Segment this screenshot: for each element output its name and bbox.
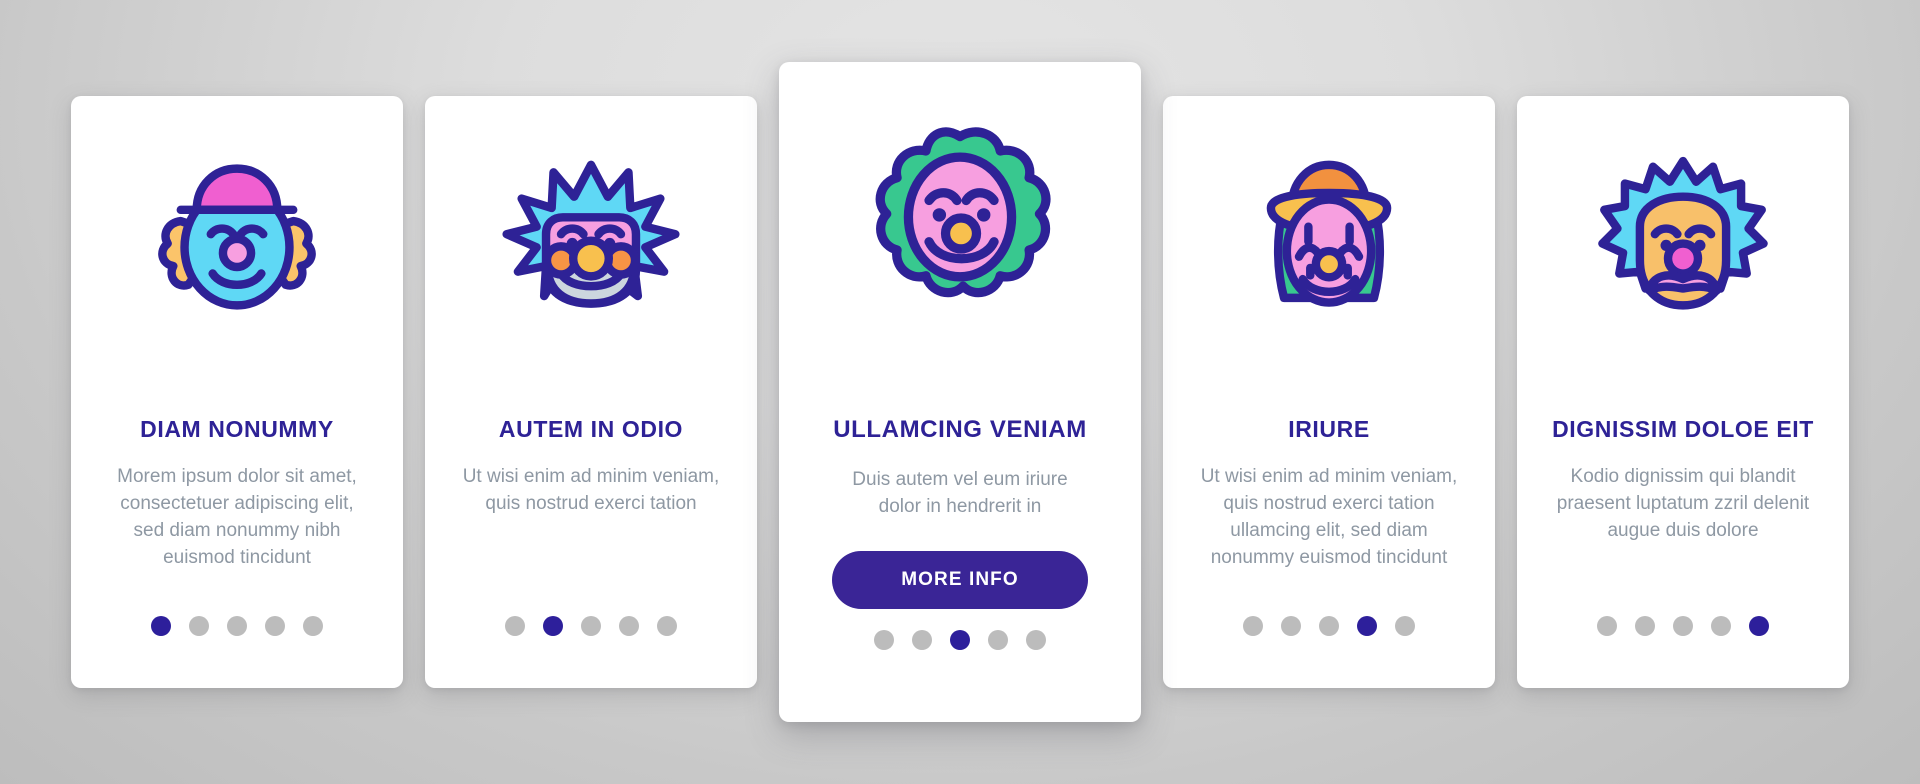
pagination-dot-1[interactable]	[505, 616, 525, 636]
pagination-dot-1[interactable]	[874, 630, 894, 650]
page-title: ULLAMCING VENIAM	[833, 416, 1087, 443]
pagination-dots	[425, 616, 757, 636]
onboarding-screens-stage: DIAM NONUMMY Morem ipsum dolor sit amet,…	[0, 0, 1920, 784]
page-title: IRIURE	[1288, 416, 1370, 442]
page-description: Duis autem vel eum iriure dolor in hendr…	[852, 468, 1068, 517]
pagination-dot-2[interactable]	[1281, 616, 1301, 636]
pagination-dot-5[interactable]	[1026, 630, 1046, 650]
pagination-dot-1[interactable]	[151, 616, 171, 636]
onboarding-card-2[interactable]: AUTEM IN ODIO Ut wisi enim ad minim veni…	[425, 96, 757, 688]
pagination-dot-4[interactable]	[1357, 616, 1377, 636]
onboarding-card-1[interactable]: DIAM NONUMMY Morem ipsum dolor sit amet,…	[71, 96, 403, 688]
pagination-dot-5[interactable]	[303, 616, 323, 636]
clown-spiky-hair-icon	[496, 148, 686, 326]
more-info-button[interactable]: MORE INFO	[832, 550, 1088, 609]
onboarding-card-4[interactable]: IRIURE Ut wisi enim ad minim veniam, qui…	[1163, 96, 1495, 688]
pagination-dot-5[interactable]	[1749, 616, 1769, 636]
pagination-dot-1[interactable]	[1597, 616, 1617, 636]
pagination-dot-3[interactable]	[581, 616, 601, 636]
pagination-dots	[1163, 616, 1495, 636]
onboarding-card-5[interactable]: DIGNISSIM DOLOE EIT Kodio dignissim qui …	[1517, 96, 1849, 688]
clown-bowler-hat-icon	[142, 148, 332, 326]
pagination-dot-2[interactable]	[189, 616, 209, 636]
pagination-dots	[71, 616, 403, 636]
pagination-dot-4[interactable]	[619, 616, 639, 636]
pagination-dot-3[interactable]	[1673, 616, 1693, 636]
pagination-dot-2[interactable]	[912, 630, 932, 650]
page-description: Ut wisi enim ad minim veniam, quis nostr…	[462, 465, 720, 514]
pagination-dot-2[interactable]	[543, 616, 563, 636]
pagination-dot-5[interactable]	[1395, 616, 1415, 636]
pagination-dot-4[interactable]	[988, 630, 1008, 650]
pagination-dot-5[interactable]	[657, 616, 677, 636]
pagination-dot-2[interactable]	[1635, 616, 1655, 636]
clown-sad-face-icon	[1588, 148, 1778, 326]
pagination-dot-3[interactable]	[227, 616, 247, 636]
pagination-dot-3[interactable]	[1319, 616, 1339, 636]
page-description: Ut wisi enim ad minim veniam, quis nostr…	[1200, 465, 1458, 568]
page-title: DIGNISSIM DOLOE EIT	[1552, 416, 1814, 442]
page-description: Kodio dignissim qui blandit praesent lup…	[1556, 465, 1810, 541]
page-description: Morem ipsum dolor sit amet, consectetuer…	[117, 465, 357, 568]
card-carousel: DIAM NONUMMY Morem ipsum dolor sit amet,…	[0, 0, 1920, 784]
pagination-dot-3[interactable]	[950, 630, 970, 650]
page-title: AUTEM IN ODIO	[498, 416, 684, 442]
clown-afro-icon	[855, 120, 1065, 316]
pagination-dot-1[interactable]	[1243, 616, 1263, 636]
clown-sun-hat-icon	[1234, 148, 1424, 326]
pagination-dots	[779, 630, 1141, 650]
pagination-dots	[1517, 616, 1849, 636]
page-title: DIAM NONUMMY	[140, 416, 334, 442]
pagination-dot-4[interactable]	[1711, 616, 1731, 636]
onboarding-card-3[interactable]: ULLAMCING VENIAM Duis autem vel eum iriu…	[779, 62, 1141, 722]
pagination-dot-4[interactable]	[265, 616, 285, 636]
